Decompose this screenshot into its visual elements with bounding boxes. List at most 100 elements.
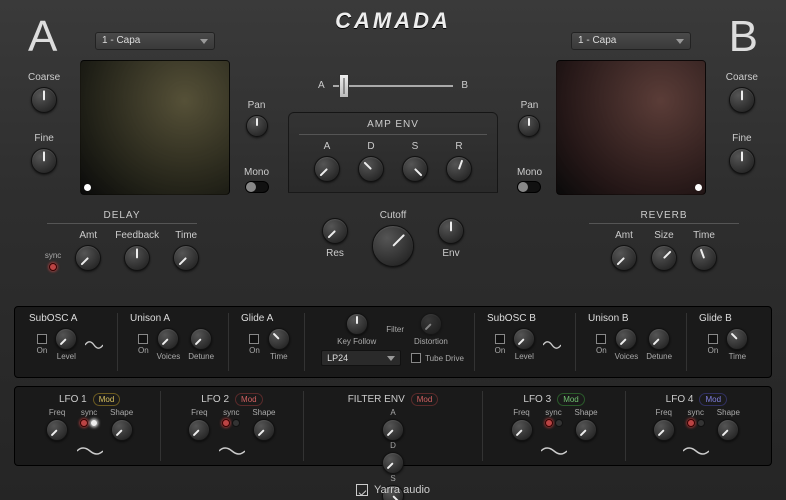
delay-time-knob[interactable]	[173, 245, 199, 271]
delay-title: DELAY	[103, 210, 140, 221]
amp-s-knob[interactable]	[402, 156, 428, 182]
lfo2-mod-badge[interactable]: Mod	[235, 393, 263, 406]
reverb-size-label: Size	[654, 230, 673, 241]
osc-b-position-dot[interactable]	[695, 184, 702, 191]
lfo1-shape-knob[interactable]	[111, 419, 133, 441]
amp-a-knob[interactable]	[314, 156, 340, 182]
glide-a-on[interactable]	[249, 334, 259, 344]
chevron-down-icon	[676, 39, 684, 44]
mono-a-toggle[interactable]	[245, 181, 269, 193]
glide-b-time-knob[interactable]	[726, 328, 748, 350]
env-amt-knob[interactable]	[438, 218, 464, 244]
reverb-size-knob[interactable]	[651, 245, 677, 271]
osc-a-preset-select[interactable]: 1 - Capa	[95, 32, 215, 50]
lfo3-freq-label: Freq	[513, 408, 529, 417]
amp-d-knob[interactable]	[358, 156, 384, 182]
fine-a-knob[interactable]	[31, 148, 57, 174]
xfade-handle[interactable]	[339, 74, 349, 98]
subosc-b-on[interactable]	[495, 334, 505, 344]
osc-a-position-dot[interactable]	[84, 184, 91, 191]
lfo1-shape-label: Shape	[110, 408, 133, 417]
fine-a-label: Fine	[34, 133, 53, 144]
mono-b-toggle[interactable]	[517, 181, 541, 193]
lfo3-sync-label: sync	[545, 408, 561, 417]
unison-a-voices-knob[interactable]	[157, 328, 179, 350]
unison-b-on[interactable]	[596, 334, 606, 344]
sine-wave-icon[interactable]	[543, 338, 561, 352]
coarse-b-knob[interactable]	[729, 87, 755, 113]
sine-wave-icon[interactable]	[85, 338, 103, 352]
lfo1-mod-badge[interactable]: Mod	[93, 393, 121, 406]
osc-b-preset-select[interactable]: 1 - Capa	[571, 32, 691, 50]
lfo1-sync-led2[interactable]	[90, 419, 98, 427]
coarse-a-knob[interactable]	[31, 87, 57, 113]
lfo2-sync-led2[interactable]	[232, 419, 240, 427]
unison-b-title: Unison B	[588, 313, 629, 324]
glide-b-on[interactable]	[708, 334, 718, 344]
filter-type-select[interactable]: LP24	[321, 350, 401, 366]
tube-drive-check[interactable]	[411, 353, 421, 363]
lfo4-shape-knob[interactable]	[717, 419, 739, 441]
subosc-a-on[interactable]	[37, 334, 47, 344]
distortion-knob[interactable]	[420, 313, 442, 335]
xfade-slider[interactable]	[333, 85, 454, 87]
lfo1-sync-led[interactable]	[80, 419, 88, 427]
lfo2-shape-label: Shape	[252, 408, 275, 417]
lfo3-mod-badge[interactable]: Mod	[557, 393, 585, 406]
lfo1-sync-label: sync	[81, 408, 97, 417]
fenv-a-knob[interactable]	[382, 419, 404, 441]
reverb-time-knob[interactable]	[691, 245, 717, 271]
lfo3-shape-knob[interactable]	[575, 419, 597, 441]
chevron-down-icon	[200, 39, 208, 44]
lfo2-sync-led[interactable]	[222, 419, 230, 427]
lfo3-sync-led2[interactable]	[555, 419, 563, 427]
lfo4-sync-led2[interactable]	[697, 419, 705, 427]
lfo4-title: LFO 4	[666, 394, 694, 405]
keyfollow-label: Key Follow	[337, 337, 376, 346]
unison-a-on[interactable]	[138, 334, 148, 344]
lfo3-sync-led[interactable]	[545, 419, 553, 427]
cutoff-knob[interactable]	[372, 225, 414, 267]
delay-amt-knob[interactable]	[75, 245, 101, 271]
env-amt-label: Env	[442, 248, 459, 259]
delay-sync-led[interactable]	[49, 263, 57, 271]
filter-env-mod-badge[interactable]: Mod	[411, 393, 439, 406]
subosc-a-level-label: Level	[57, 352, 76, 361]
osc-a-wave-display[interactable]	[80, 60, 230, 195]
pan-a-knob[interactable]	[246, 115, 268, 137]
fine-b-label: Fine	[732, 133, 751, 144]
lfo4-mod-badge[interactable]: Mod	[699, 393, 727, 406]
osc-b-preset-label: 1 - Capa	[578, 33, 616, 49]
lfo4-sync-led[interactable]	[687, 419, 695, 427]
pan-b-knob[interactable]	[518, 115, 540, 137]
plugin-title: CAMADA	[335, 8, 451, 34]
unison-b-voices-label: Voices	[615, 352, 639, 361]
keyfollow-knob[interactable]	[346, 313, 368, 335]
lfo2-freq-knob[interactable]	[188, 419, 210, 441]
delay-fb-knob[interactable]	[124, 245, 150, 271]
osc-b-letter: B	[729, 12, 758, 62]
reverb-amt-knob[interactable]	[611, 245, 637, 271]
lfo4-freq-knob[interactable]	[653, 419, 675, 441]
fenv-d-knob[interactable]	[382, 452, 404, 474]
amp-env-panel: AMP ENV A D S R	[288, 112, 498, 193]
subosc-a-level-knob[interactable]	[55, 328, 77, 350]
chevron-down-icon	[387, 356, 395, 361]
lfo2-shape-knob[interactable]	[253, 419, 275, 441]
unison-b-detune-knob[interactable]	[648, 328, 670, 350]
res-knob[interactable]	[322, 218, 348, 244]
osc-a-letter: A	[28, 12, 57, 62]
glide-b-title: Glide B	[699, 313, 732, 324]
lfo1-freq-knob[interactable]	[46, 419, 68, 441]
fine-b-knob[interactable]	[729, 148, 755, 174]
unison-b-voices-knob[interactable]	[615, 328, 637, 350]
lfo3-shape-label: Shape	[575, 408, 598, 417]
unison-a-detune-knob[interactable]	[190, 328, 212, 350]
osc-b-wave-display[interactable]	[556, 60, 706, 195]
filter-env-title: FILTER ENV	[348, 394, 405, 405]
lfo1-freq-label: Freq	[49, 408, 65, 417]
subosc-b-level-knob[interactable]	[513, 328, 535, 350]
glide-a-time-knob[interactable]	[268, 328, 290, 350]
amp-r-knob[interactable]	[446, 156, 472, 182]
lfo3-freq-knob[interactable]	[511, 419, 533, 441]
